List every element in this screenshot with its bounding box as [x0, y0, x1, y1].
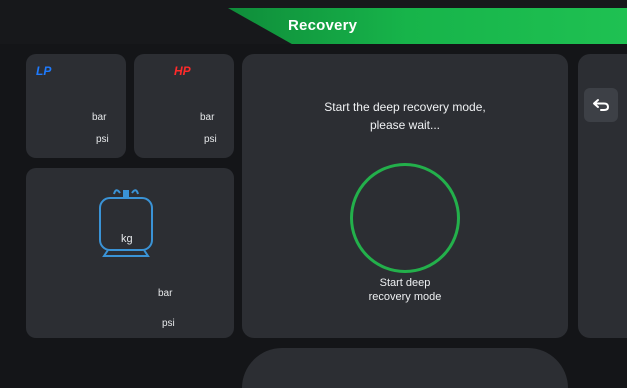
refrigerant-tank-icon [96, 184, 156, 258]
hp-unit-psi: psi [204, 134, 217, 145]
tank-unit-kg: kg [121, 233, 133, 245]
page-title: Recovery [288, 17, 358, 34]
start-deep-recovery-button[interactable] [350, 163, 460, 273]
ring-label-line2: recovery mode [368, 291, 442, 303]
bottom-action-bar [242, 348, 568, 388]
tank-unit-bar: bar [158, 288, 173, 299]
return-arrow-icon [593, 99, 610, 111]
hp-label: HP [174, 64, 191, 78]
lp-unit-bar: bar [92, 112, 107, 123]
lp-label: LP [36, 64, 52, 78]
lp-unit-psi: psi [96, 134, 109, 145]
back-button[interactable] [584, 88, 618, 122]
tank-unit-psi: psi [162, 318, 175, 329]
recovery-message: Start the deep recovery mode, please wai… [282, 98, 528, 134]
ring-label-line1: Start deep [379, 277, 431, 289]
hp-unit-bar: bar [200, 112, 215, 123]
recovery-message-line2: please wait... [369, 118, 441, 132]
recovery-message-line1: Start the deep recovery mode, [324, 100, 486, 114]
start-deep-recovery-label: Start deep recovery mode [330, 276, 480, 304]
